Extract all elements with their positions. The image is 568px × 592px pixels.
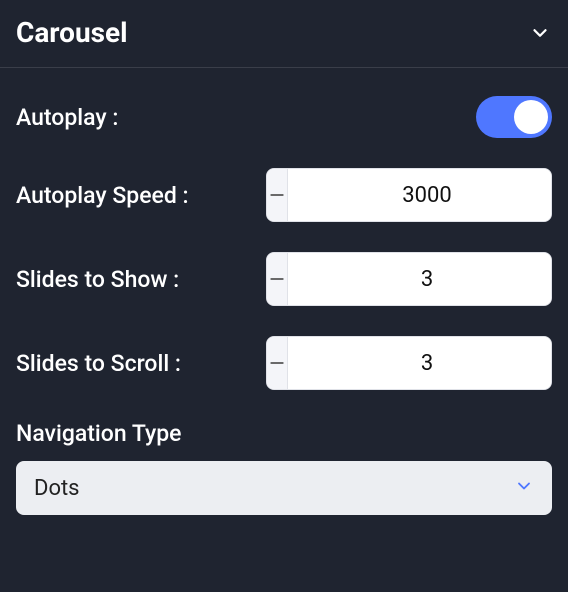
chevron-down-icon <box>528 21 552 45</box>
panel-header[interactable]: Carousel <box>0 0 568 68</box>
decrement-button[interactable] <box>267 337 288 389</box>
autoplay-speed-input[interactable] <box>288 169 552 221</box>
navigation-type-value: Dots <box>34 476 80 501</box>
slides-to-scroll-row: Slides to Scroll : <box>16 336 552 390</box>
panel-title: Carousel <box>16 16 128 49</box>
toggle-knob <box>514 100 548 134</box>
autoplay-row: Autoplay : <box>16 96 552 138</box>
decrement-button[interactable] <box>267 253 288 305</box>
slides-to-show-input[interactable] <box>288 253 552 305</box>
slides-to-show-stepper <box>266 252 552 306</box>
autoplay-speed-row: Autoplay Speed : <box>16 168 552 222</box>
autoplay-speed-stepper <box>266 168 552 222</box>
decrement-button[interactable] <box>267 169 288 221</box>
slides-to-show-row: Slides to Show : <box>16 252 552 306</box>
autoplay-label: Autoplay : <box>16 104 118 131</box>
autoplay-speed-label: Autoplay Speed : <box>16 182 189 209</box>
navigation-type-select[interactable]: Dots <box>16 461 552 515</box>
slides-to-scroll-input[interactable] <box>288 337 552 389</box>
slides-to-scroll-stepper <box>266 336 552 390</box>
carousel-panel: Carousel Autoplay : Autoplay Speed : <box>0 0 568 531</box>
navigation-type-label: Navigation Type <box>16 420 552 447</box>
autoplay-toggle[interactable] <box>476 96 552 138</box>
panel-body: Autoplay : Autoplay Speed : Slides to Sh… <box>0 68 568 531</box>
slides-to-scroll-label: Slides to Scroll : <box>16 350 181 377</box>
slides-to-show-label: Slides to Show : <box>16 266 179 293</box>
chevron-down-icon <box>514 476 534 500</box>
